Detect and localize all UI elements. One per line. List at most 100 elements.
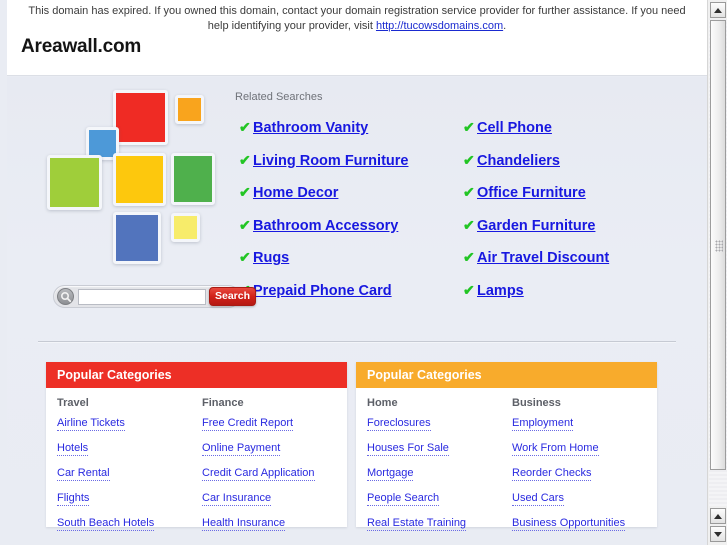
tile-red: [113, 90, 168, 145]
category-link[interactable]: Real Estate Training: [367, 517, 467, 531]
expiry-notice-text-after: .: [503, 20, 507, 32]
check-icon: ✔: [463, 249, 475, 266]
category-link[interactable]: Online Payment: [202, 442, 281, 456]
related-searches-column-left: ✔ Bathroom Vanity ✔ Living Room Furniture ✔ H…: [239, 117, 459, 313]
logo-mosaic: [45, 85, 225, 265]
category-link[interactable]: Car Insurance: [202, 492, 272, 506]
related-search-link[interactable]: Office Furniture: [477, 185, 586, 201]
expiry-notice-text-before: This domain has expired. If you owned th…: [28, 5, 686, 32]
related-search-link[interactable]: Chandeliers: [477, 153, 560, 169]
related-search-link[interactable]: Rugs: [253, 250, 289, 266]
page-title: Areawall.com: [21, 36, 142, 57]
related-search-item[interactable]: ✔ Home Decor: [239, 182, 459, 215]
panel-header-1: Popular Categories: [46, 362, 347, 388]
category-link[interactable]: Hotels: [57, 442, 89, 456]
category-link[interactable]: Foreclosures: [367, 417, 431, 431]
related-search-item[interactable]: ✔Prepaid Phone Card: [239, 280, 459, 313]
category-link[interactable]: Airline Tickets: [57, 417, 125, 431]
panel-header-2: Popular Categories: [356, 362, 657, 388]
tucowsdomains-link[interactable]: http://tucowsdomains.com: [376, 20, 503, 32]
category-link[interactable]: Flights: [57, 492, 90, 506]
tile-green: [171, 153, 215, 205]
category-link[interactable]: Reorder Checks: [512, 467, 592, 481]
scroll-up-button[interactable]: [710, 2, 726, 18]
category-column-title: Travel: [57, 397, 89, 409]
category-link[interactable]: Credit Card Application: [202, 467, 315, 481]
related-search-item[interactable]: ✔ Lamps: [463, 280, 693, 313]
scrollbar-thumb[interactable]: [710, 20, 726, 470]
category-column-title: Business: [512, 397, 561, 409]
category-link[interactable]: South Beach Hotels: [57, 517, 155, 531]
related-search-item[interactable]: ✔ Bathroom Vanity: [239, 117, 459, 150]
chevron-up-icon: [714, 513, 722, 519]
related-search-item[interactable]: ✔ Chandeliers: [463, 150, 693, 183]
category-link[interactable]: Health Insurance: [202, 517, 286, 531]
popular-categories-panel-2: Popular Categories Home Foreclosures House…: [356, 362, 657, 531]
page-header: This domain has expired. If you owned th…: [7, 0, 707, 76]
related-searches-column-right: ✔ Cell Phone ✔ Chandeliers ✔ Office Furniture…: [463, 117, 693, 313]
check-icon: ✔: [463, 281, 475, 298]
related-search-link[interactable]: Bathroom Accessory: [253, 218, 398, 234]
related-search-link[interactable]: Prepaid Phone Card: [253, 283, 392, 299]
category-column-title: Home: [367, 397, 398, 409]
search-button[interactable]: Search: [209, 287, 256, 306]
category-link[interactable]: Mortgage: [367, 467, 414, 481]
related-search-item[interactable]: ✔ Air Travel Discount: [463, 247, 693, 280]
category-link[interactable]: Employment: [512, 417, 574, 431]
check-icon: ✔: [239, 216, 251, 233]
category-column: Home Foreclosures Houses For Sale Mortgage P…: [367, 397, 512, 542]
related-search-link[interactable]: Home Decor: [253, 185, 338, 201]
check-icon: ✔: [463, 119, 475, 135]
related-searches-label: Related Searches: [235, 91, 323, 103]
check-icon: ✔: [239, 184, 251, 201]
category-link[interactable]: Business Opportunities: [512, 517, 626, 531]
related-search-item[interactable]: ✔ Living Room Furniture: [239, 150, 459, 183]
category-link[interactable]: Work From Home: [512, 442, 599, 456]
related-search-link[interactable]: Cell Phone: [477, 120, 552, 136]
chevron-up-icon: [714, 7, 722, 13]
scroll-up-button-bottom[interactable]: [710, 508, 726, 524]
related-search-link[interactable]: Air Travel Discount: [477, 250, 609, 266]
check-icon: ✔: [463, 151, 475, 168]
category-link[interactable]: Houses For Sale: [367, 442, 449, 456]
check-icon: ✔: [239, 249, 251, 266]
popular-categories-panel-1: Popular Categories Travel Airline Tickets…: [46, 362, 347, 531]
search-bar: Search: [53, 285, 256, 308]
related-search-link[interactable]: Garden Furniture: [477, 218, 595, 234]
category-link[interactable]: People Search: [367, 492, 440, 506]
search-input[interactable]: [78, 289, 206, 305]
section-divider: [38, 341, 676, 343]
tile-yellow: [113, 153, 166, 206]
related-search-link[interactable]: Living Room Furniture: [253, 153, 408, 169]
scroll-down-button[interactable]: [710, 526, 726, 542]
vertical-scrollbar[interactable]: [707, 0, 727, 545]
page-body: Related Searches ✔ Bathroom Vanity ✔ Living…: [7, 77, 707, 545]
category-link[interactable]: Used Cars: [512, 492, 564, 506]
category-column-title: Finance: [202, 397, 244, 409]
panel-body-2: Home Foreclosures Houses For Sale Mortgage P…: [356, 388, 657, 542]
check-icon: ✔: [463, 184, 475, 201]
related-search-item[interactable]: ✔ Bathroom Accessory: [239, 215, 459, 248]
scrollbar-grip-icon: [715, 240, 723, 252]
category-link[interactable]: Free Credit Report: [202, 417, 294, 431]
tile-lime: [47, 155, 102, 210]
related-search-item[interactable]: ✔ Garden Furniture: [463, 215, 693, 248]
related-search-item[interactable]: ✔ Rugs: [239, 247, 459, 280]
tile-pale-yellow: [171, 213, 200, 242]
category-link[interactable]: Car Rental: [57, 467, 110, 481]
tile-orange: [175, 95, 204, 124]
check-icon: ✔: [239, 151, 251, 168]
category-column: Finance Free Credit Report Online Payment C…: [202, 397, 347, 542]
category-column: Travel Airline Tickets Hotels Car Rental Fli…: [57, 397, 202, 542]
related-search-link[interactable]: Lamps: [477, 283, 524, 299]
related-search-link[interactable]: Bathroom Vanity: [253, 120, 368, 136]
search-icon: [57, 288, 74, 305]
check-icon: ✔: [239, 119, 251, 135]
category-column: Business Employment Work From Home Reorder …: [512, 397, 657, 542]
related-search-item[interactable]: ✔ Office Furniture: [463, 182, 693, 215]
browser-viewport: This domain has expired. If you owned th…: [0, 0, 727, 545]
tile-blue-large: [113, 212, 161, 264]
check-icon: ✔: [463, 216, 475, 233]
related-search-item[interactable]: ✔ Cell Phone: [463, 117, 693, 150]
chevron-down-icon: [714, 531, 722, 537]
